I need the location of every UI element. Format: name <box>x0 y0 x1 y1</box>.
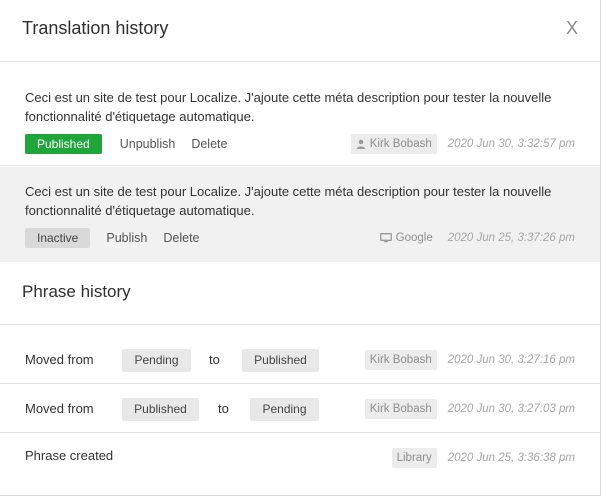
author-badge: Kirk Bobash <box>350 134 437 154</box>
from-status-tag: Published <box>122 398 199 421</box>
unpublish-button[interactable]: Unpublish <box>120 137 176 151</box>
event-meta: Library 2020 Jun 25, 3:36:38 pm <box>391 448 575 468</box>
to-word: to <box>218 401 229 416</box>
delete-button[interactable]: Delete <box>163 231 199 245</box>
author-badge: Kirk Bobash <box>364 350 437 370</box>
event-meta: Kirk Bobash 2020 Jun 30, 3:27:16 pm <box>364 350 575 370</box>
translation-entry-inactive: Ceci est un site de test pour Localize. … <box>0 167 600 262</box>
translation-history-modal: Translation history X Ceci est un site d… <box>0 0 601 496</box>
author-name: Kirk Bobash <box>369 138 432 150</box>
close-button[interactable]: X <box>566 18 578 38</box>
phrase-history-row: Moved from Pending to Published Kirk Bob… <box>0 336 600 384</box>
translation-actions: Inactive Publish Delete <box>25 228 200 248</box>
section-title: Phrase history <box>22 282 131 301</box>
author-name: Google <box>395 232 433 244</box>
timestamp: 2020 Jun 30, 3:27:16 pm <box>447 354 575 366</box>
timestamp: 2020 Jun 25, 3:36:38 pm <box>447 452 575 464</box>
timestamp: 2020 Jun 30, 3:27:03 pm <box>447 403 575 415</box>
translation-entry: Ceci est un site de test pour Localize. … <box>0 62 600 166</box>
publish-button[interactable]: Publish <box>106 231 147 245</box>
author-badge: Library <box>391 448 437 468</box>
user-icon <box>356 139 365 149</box>
author-badge: Google <box>376 228 437 248</box>
translation-text: Ceci est un site de test pour Localize. … <box>25 184 552 218</box>
from-status-tag: Pending <box>122 349 191 372</box>
timestamp: 2020 Jun 30, 3:32:57 pm <box>447 138 575 150</box>
to-word: to <box>209 352 220 367</box>
status-badge-inactive: Inactive <box>25 228 91 248</box>
author-badge: Kirk Bobash <box>364 399 437 419</box>
phrase-history-row: Phrase created Library 2020 Jun 25, 3:36… <box>0 434 600 484</box>
translation-meta: Kirk Bobash 2020 Jun 30, 3:32:57 pm <box>350 134 575 154</box>
event-meta: Kirk Bobash 2020 Jun 30, 3:27:03 pm <box>364 399 575 419</box>
event-label: Moved from <box>25 401 94 416</box>
translation-meta: Google 2020 Jun 25, 3:37:26 pm <box>376 228 575 248</box>
monitor-icon <box>379 233 392 243</box>
translation-actions: Published Unpublish Delete <box>25 134 227 154</box>
timestamp: 2020 Jun 25, 3:37:26 pm <box>447 232 575 244</box>
phrase-history-row: Moved from Published to Pending Kirk Bob… <box>0 385 600 433</box>
status-badge-published: Published <box>25 134 102 154</box>
to-status-tag: Pending <box>250 398 319 421</box>
modal-header: Translation history X <box>0 0 600 62</box>
phrase-history-header: Phrase history <box>0 262 600 325</box>
modal-title: Translation history <box>22 18 169 38</box>
to-status-tag: Published <box>242 349 319 372</box>
delete-button[interactable]: Delete <box>191 137 227 151</box>
translation-text: Ceci est un site de test pour Localize. … <box>25 90 552 124</box>
event-label: Phrase created <box>25 448 114 463</box>
event-label: Moved from <box>25 352 94 367</box>
